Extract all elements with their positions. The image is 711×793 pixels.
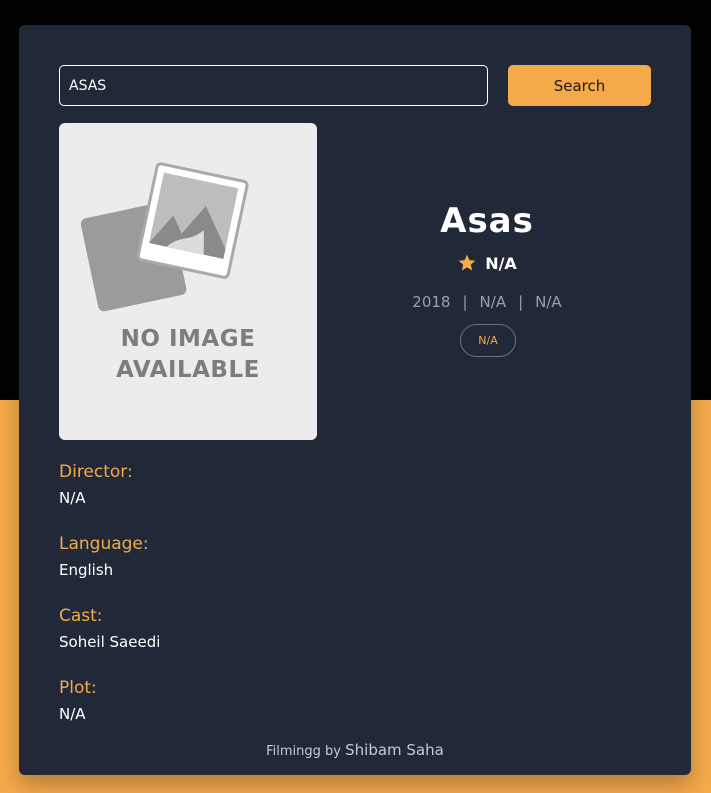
no-image-text: NO IMAGE <box>120 326 256 352</box>
movie-rated: N/A <box>535 293 562 311</box>
available-text: AVAILABLE <box>116 357 260 383</box>
cast-label: Cast: <box>59 606 103 626</box>
genre-badge: N/A <box>460 324 516 357</box>
footer: Filmingg by Shibam Saha <box>19 741 691 759</box>
movie-card: Search NO IMAGE AVAILABLE Asas N/A 2018 … <box>19 25 691 775</box>
movie-meta: 2018 | N/A | N/A <box>357 293 617 311</box>
movie-runtime: N/A <box>479 293 507 311</box>
plot-label: Plot: <box>59 678 97 698</box>
photo-placeholder-icon <box>80 162 249 312</box>
meta-separator: | <box>462 293 468 311</box>
rating-value: N/A <box>485 253 517 273</box>
footer-author: Shibam Saha <box>345 741 444 759</box>
star-icon <box>458 254 476 271</box>
poster-placeholder: NO IMAGE AVAILABLE <box>59 123 317 440</box>
search-button[interactable]: Search <box>508 65 651 106</box>
cast-value: Soheil Saeedi <box>59 633 161 651</box>
language-value: English <box>59 561 114 579</box>
rating-row: N/A <box>357 253 617 273</box>
movie-title: Asas <box>440 201 534 241</box>
search-input[interactable] <box>59 65 488 106</box>
meta-separator: | <box>518 293 524 311</box>
footer-prefix: Filmingg by <box>266 744 341 759</box>
director-value: N/A <box>59 489 86 507</box>
director-label: Director: <box>59 462 133 482</box>
movie-year: 2018 <box>412 293 451 311</box>
language-label: Language: <box>59 534 149 554</box>
plot-value: N/A <box>59 705 86 723</box>
